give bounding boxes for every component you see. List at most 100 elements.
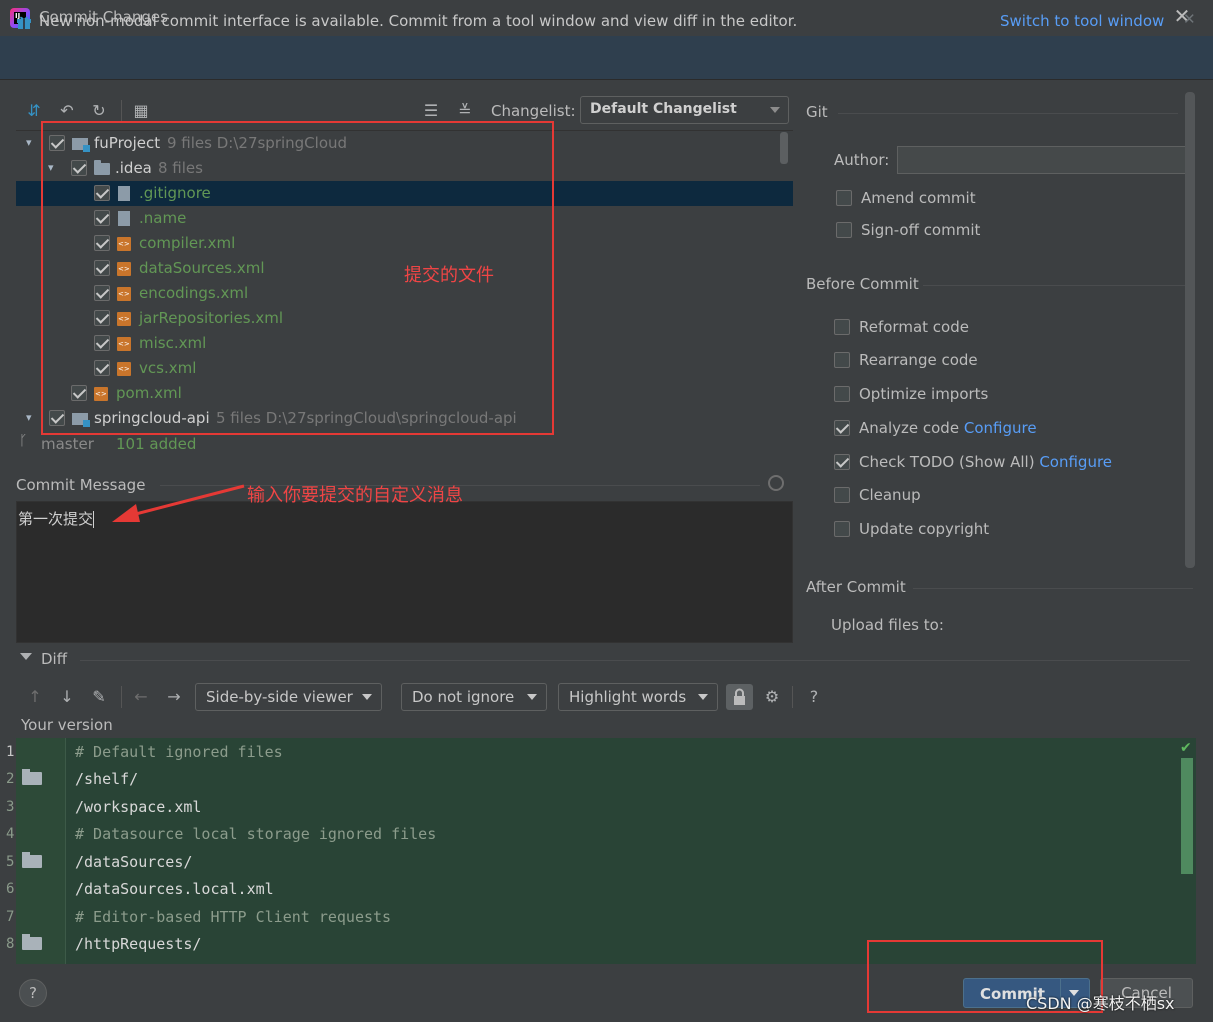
lock-scroll-button[interactable] xyxy=(726,684,753,710)
info-banner xyxy=(0,36,1213,80)
code-line[interactable]: /workspace.xml xyxy=(75,798,201,816)
checkbox-box[interactable] xyxy=(836,222,852,238)
checkbox-box[interactable] xyxy=(834,420,850,436)
rollback-icon[interactable]: ↶ xyxy=(57,101,77,121)
next-difference-icon[interactable]: ↓ xyxy=(57,687,77,707)
line-number: 4 xyxy=(6,826,15,842)
lock-icon xyxy=(734,688,745,705)
line-number: 5 xyxy=(6,854,15,870)
optimize-imports-checkbox[interactable]: Optimize imports xyxy=(834,385,988,403)
author-input[interactable] xyxy=(897,146,1191,174)
gift-icon xyxy=(17,16,31,29)
line-number: 2 xyxy=(6,771,15,787)
amend-commit-checkbox[interactable]: Amend commit xyxy=(836,189,976,207)
checkmark-icon: ✔ xyxy=(1180,740,1192,756)
reformat-code-checkbox[interactable]: Reformat code xyxy=(834,318,969,336)
added-count: 101 added xyxy=(116,435,197,453)
todo-configure-link[interactable]: Configure xyxy=(1039,453,1112,471)
code-line[interactable]: /dataSources/ xyxy=(75,853,192,871)
switch-to-tool-window-link[interactable]: Switch to tool window xyxy=(1000,12,1164,30)
after-commit-title: After Commit xyxy=(806,578,906,596)
code-line[interactable]: # Default ignored files xyxy=(75,743,283,761)
branch-icon: ᚴ xyxy=(19,433,28,449)
toolbar-separator xyxy=(121,100,122,122)
expand-changes-icon[interactable]: ⇵ xyxy=(24,101,44,121)
code-line[interactable]: /shelf/ xyxy=(75,770,138,788)
line-number: 1 xyxy=(6,744,15,760)
line-number: 8 xyxy=(6,936,15,952)
highlight-value: Highlight words xyxy=(569,688,687,706)
chevron-down-icon[interactable]: ▾ xyxy=(26,137,38,149)
divider xyxy=(838,113,1178,114)
message-annotation: 输入你要提交的自定义消息 xyxy=(247,485,463,506)
author-label: Author: xyxy=(834,151,890,169)
code-line[interactable]: # Editor-based HTTP Client requests xyxy=(75,908,391,926)
checkbox-box[interactable] xyxy=(836,190,852,206)
collapse-all-icon[interactable]: ≚ xyxy=(455,101,475,121)
diff-code-area[interactable] xyxy=(16,738,1196,964)
before-commit-title: Before Commit xyxy=(806,275,919,293)
edit-source-icon[interactable]: ✎ xyxy=(89,687,109,707)
viewer-dropdown[interactable]: Side-by-side viewer xyxy=(195,683,382,711)
cleanup-checkbox[interactable]: Cleanup xyxy=(834,486,921,504)
divider xyxy=(923,285,1193,286)
reformat-code-label: Reformat code xyxy=(859,318,969,336)
viewer-value: Side-by-side viewer xyxy=(206,688,353,706)
git-section-title: Git xyxy=(806,103,828,121)
code-line[interactable]: # Datasource local storage ignored files xyxy=(75,825,436,843)
settings-gear-icon[interactable]: ⚙ xyxy=(762,687,782,707)
chevron-down-icon[interactable]: ▾ xyxy=(26,412,38,424)
check-todo-label: Check TODO (Show All) xyxy=(859,453,1035,471)
chevron-down-icon[interactable] xyxy=(20,653,32,660)
chevron-down-icon xyxy=(698,694,708,700)
diff-help-icon[interactable]: ? xyxy=(804,687,824,707)
checkbox-box[interactable] xyxy=(834,454,850,470)
upload-files-label: Upload files to: xyxy=(831,616,944,634)
line-number: 3 xyxy=(6,799,15,815)
banner-text: New non-modal commit interface is availa… xyxy=(39,12,798,30)
banner-close-icon[interactable]: ✕ xyxy=(1183,10,1196,28)
help-button[interactable]: ? xyxy=(19,979,47,1007)
checkbox-box[interactable] xyxy=(834,487,850,503)
sign-off-commit-checkbox[interactable]: Sign-off commit xyxy=(836,221,980,239)
analyze-code-checkbox[interactable]: Analyze code Configure xyxy=(834,419,1037,437)
update-copyright-checkbox[interactable]: Update copyright xyxy=(834,520,989,538)
forward-arrow-icon[interactable]: → xyxy=(164,687,184,707)
options-scrollbar[interactable] xyxy=(1185,92,1195,568)
branch-name[interactable]: master xyxy=(41,435,94,453)
previous-difference-icon[interactable]: ↑ xyxy=(25,687,45,707)
check-todo-checkbox[interactable]: Check TODO (Show All) Configure xyxy=(834,453,1112,471)
analyze-configure-link[interactable]: Configure xyxy=(964,419,1037,437)
checkbox-box[interactable] xyxy=(834,386,850,402)
checkbox-box[interactable] xyxy=(834,521,850,537)
code-line[interactable]: /httpRequests/ xyxy=(75,935,201,953)
your-version-label: Your version xyxy=(21,716,113,734)
line-number: 7 xyxy=(6,909,15,925)
update-copyright-label: Update copyright xyxy=(859,520,990,538)
chevron-down-icon xyxy=(527,694,537,700)
toolbar-separator xyxy=(121,686,122,708)
chevron-down-icon xyxy=(770,107,780,113)
divider xyxy=(80,660,1190,661)
changelist-dropdown[interactable]: Default Changelist xyxy=(580,96,789,124)
checkbox-box[interactable] xyxy=(834,319,850,335)
analyze-code-label: Analyze code xyxy=(859,419,960,437)
expand-all-icon[interactable]: ☰ xyxy=(421,101,441,121)
group-by-icon[interactable]: ▦ xyxy=(131,101,151,121)
history-icon[interactable] xyxy=(768,475,784,491)
ignore-whitespace-dropdown[interactable]: Do not ignore xyxy=(401,683,547,711)
files-annotation: 提交的文件 xyxy=(404,265,494,286)
tree-scrollbar[interactable] xyxy=(780,132,788,164)
text-caret xyxy=(93,511,95,528)
diff-scrollbar[interactable] xyxy=(1181,758,1193,874)
divider xyxy=(913,588,1193,589)
refresh-icon[interactable]: ↻ xyxy=(89,101,109,121)
diff-section-title[interactable]: Diff xyxy=(41,650,67,668)
rearrange-code-checkbox[interactable]: Rearrange code xyxy=(834,351,978,369)
code-line[interactable]: /dataSources.local.xml xyxy=(75,880,274,898)
back-arrow-icon[interactable]: ← xyxy=(131,687,151,707)
sign-off-commit-label: Sign-off commit xyxy=(861,221,981,239)
highlight-dropdown[interactable]: Highlight words xyxy=(558,683,718,711)
amend-commit-label: Amend commit xyxy=(861,189,976,207)
checkbox-box[interactable] xyxy=(834,352,850,368)
